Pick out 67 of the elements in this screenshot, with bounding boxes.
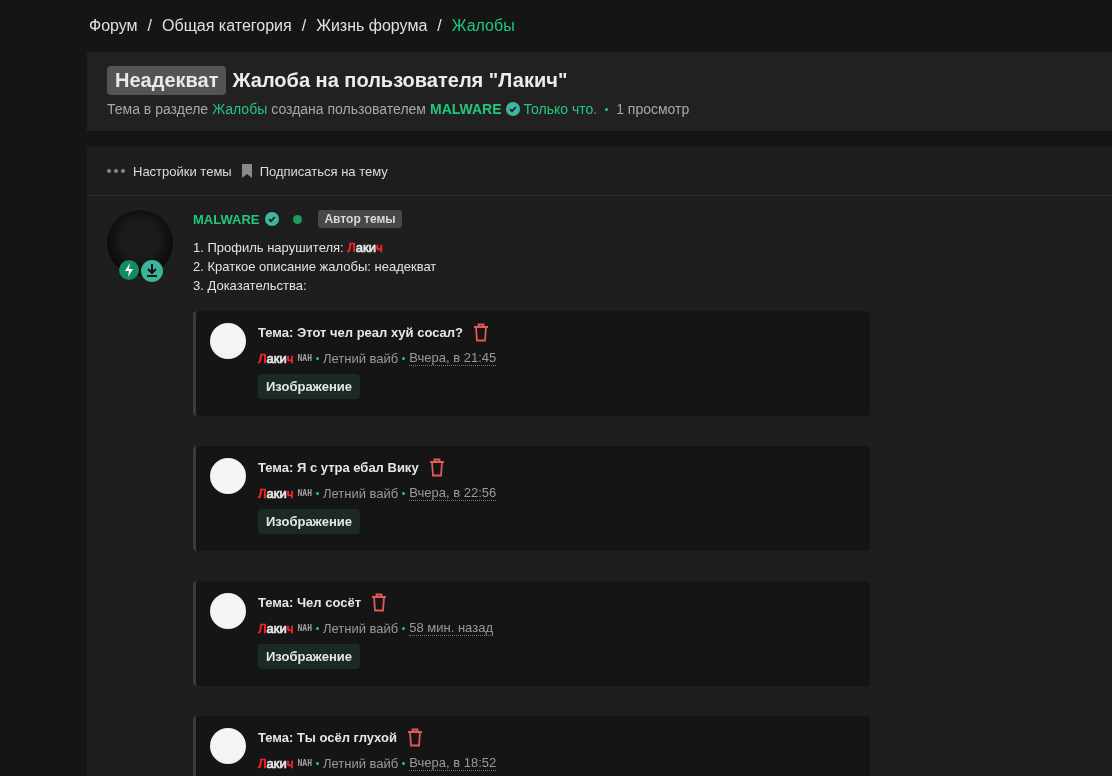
trash-icon[interactable] [406, 728, 423, 747]
user-group: Летний вайб [322, 755, 399, 771]
user-tag: NAH [297, 758, 312, 768]
username-link[interactable]: Лакич [258, 755, 294, 771]
post-text: 3. Доказательства: [193, 278, 307, 293]
breadcrumb-link[interactable]: Жизнь форума [316, 17, 428, 35]
user-group: Летний вайб [322, 350, 399, 366]
separator-dot [315, 356, 319, 360]
bookmark-icon [241, 164, 252, 178]
username-link[interactable]: Лакич [258, 485, 294, 501]
trash-icon[interactable] [472, 323, 489, 342]
thread-prefix: Неадекват [107, 66, 227, 95]
separator-dot [315, 761, 319, 765]
user-avatar[interactable] [210, 458, 246, 494]
attachment-link[interactable]: Изображение [258, 374, 360, 399]
user-avatar[interactable] [210, 593, 246, 629]
subscribe-button[interactable]: Подписаться на тему [241, 163, 388, 179]
user-avatar[interactable] [210, 323, 246, 359]
breadcrumb-separator: / [437, 17, 442, 35]
section-link[interactable]: Жалобы [212, 101, 268, 117]
breadcrumb-separator: / [147, 17, 153, 35]
separator-dot [402, 491, 406, 495]
post-time[interactable]: Вчера, в 21:45 [409, 350, 497, 366]
separator-dot [605, 107, 609, 111]
user-avatar[interactable] [210, 728, 246, 764]
user-tag: NAH [297, 353, 312, 363]
user-tag: NAH [297, 623, 312, 633]
time-link[interactable]: Только что. [523, 101, 598, 117]
thread-settings-button[interactable]: Настройки темы [107, 163, 232, 179]
breadcrumb-link[interactable]: Общая категория [162, 17, 292, 35]
post-time[interactable]: Вчера, в 18:52 [409, 755, 497, 771]
download-icon [141, 260, 163, 282]
separator-dot [402, 356, 406, 360]
user-group: Летний вайб [322, 485, 399, 501]
lightning-icon [119, 260, 139, 280]
author-link[interactable]: MALWARE [430, 101, 502, 117]
meta-text: создана пользователем [271, 101, 426, 117]
username-link[interactable]: Лакич [258, 620, 294, 636]
separator-dot [402, 626, 406, 630]
post-text: 1. Профиль нарушителя: [193, 240, 345, 255]
post-text: 2. Краткое описание жалобы: неадекват [193, 259, 437, 274]
user-tag: NAH [297, 488, 312, 498]
separator-dot [315, 626, 319, 630]
author-badge: Автор темы [318, 210, 402, 228]
views-count: 1 просмотр [616, 101, 690, 117]
separator-dot [315, 491, 319, 495]
breadcrumb-separator: / [301, 17, 307, 35]
user-group: Летний вайб [322, 620, 399, 636]
attachment-link[interactable]: Изображение [258, 509, 360, 534]
thread-title: Жалоба на пользователя "Лакич" [232, 69, 568, 92]
username-link[interactable]: Лакич [347, 240, 383, 255]
trash-icon[interactable] [371, 593, 388, 612]
breadcrumb-link[interactable]: Форум [89, 17, 138, 35]
post-time[interactable]: Вчера, в 22:56 [409, 485, 497, 501]
username-link[interactable]: Лакич [258, 350, 294, 366]
breadcrumb-link[interactable]: Жалобы [451, 17, 515, 35]
quote-title[interactable]: Тема: Я с утра ебал Вику [258, 460, 419, 475]
author-link[interactable]: MALWARE [193, 211, 260, 227]
quote-title[interactable]: Тема: Этот чел реал хуй сосал? [258, 325, 463, 340]
quote-title[interactable]: Тема: Ты осёл глухой [258, 730, 397, 745]
trash-icon[interactable] [428, 458, 445, 477]
attachment-link[interactable]: Изображение [258, 644, 360, 669]
separator-dot [402, 761, 406, 765]
more-dots-icon [107, 169, 125, 173]
meta-text: Тема в разделе [107, 101, 209, 117]
post-time[interactable]: 58 мин. назад [409, 620, 493, 636]
quote-title[interactable]: Тема: Чел сосёт [258, 595, 362, 610]
